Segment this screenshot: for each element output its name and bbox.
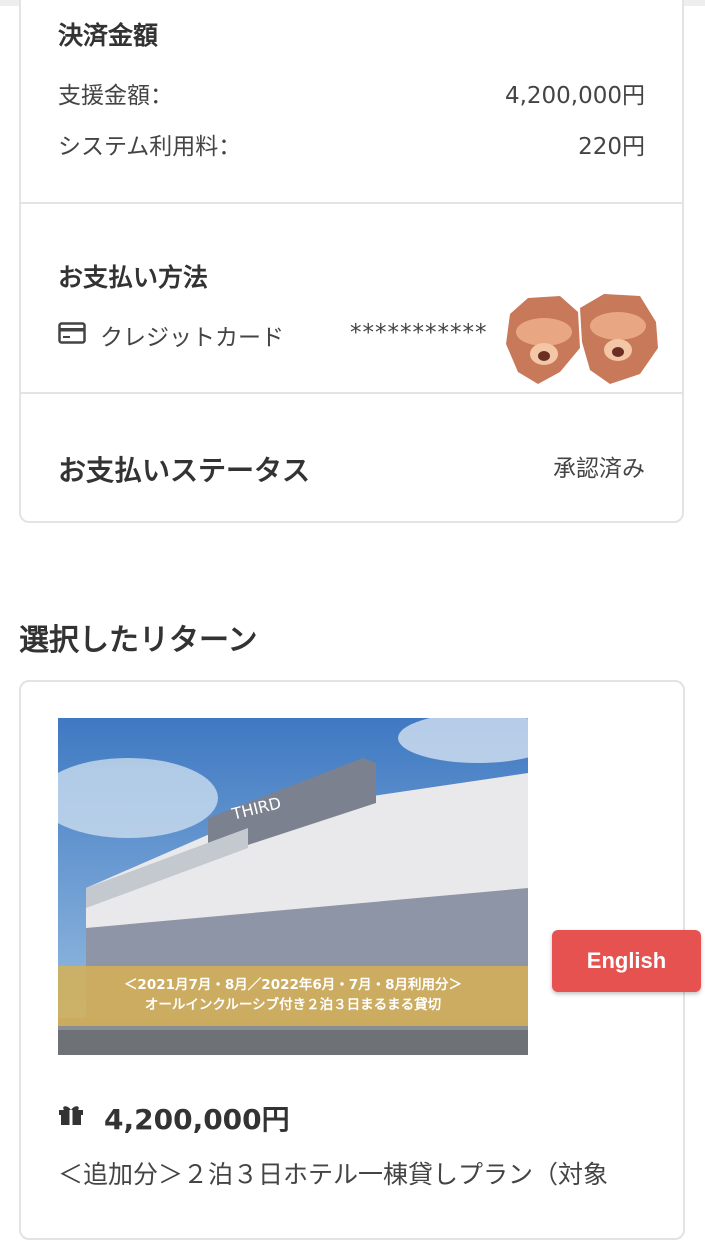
divider [21, 202, 682, 204]
banner-line-2: オールインクルーシブ付き２泊３日まるまる貸切 [144, 997, 442, 1013]
settlement-title: 決済金額 [58, 21, 159, 50]
system-fee-value: 220円 [578, 134, 645, 160]
system-fee-label: システム利用料： [58, 134, 242, 160]
card-number-masked: *********** [350, 320, 488, 346]
payment-method-label: クレジットカード [100, 325, 284, 351]
payment-status-value: 承認済み [553, 456, 645, 482]
banner-line-1: ＜2021月7月・8月／2022年6月・7月・8月利用分＞ [123, 977, 463, 993]
photo-banner: ＜2021月7月・8月／2022年6月・7月・8月利用分＞ オールインクルーシブ… [58, 966, 528, 1026]
divider [21, 392, 682, 394]
selected-return-title: 選択したリターン [19, 623, 258, 658]
return-price: 4,200,000円 [104, 1103, 290, 1136]
return-description: ＜追加分＞２泊３日ホテル一棟貸しプラン（対象 [58, 1160, 609, 1189]
support-amount-value: 4,200,000円 [504, 83, 645, 109]
support-amount-label: 支援金額： [58, 83, 173, 109]
payment-status-title: お支払いステータス [58, 454, 311, 487]
credit-card-icon [58, 322, 86, 344]
return-image[interactable]: THIRD ＜2021月7月・8月／2022年6月・7月・8月利用分＞ オールイ… [58, 718, 528, 1055]
payment-method-title: お支払い方法 [58, 263, 209, 292]
gift-icon [59, 1106, 83, 1125]
monkey-sticker [506, 294, 658, 384]
english-language-button[interactable]: English [552, 930, 701, 992]
